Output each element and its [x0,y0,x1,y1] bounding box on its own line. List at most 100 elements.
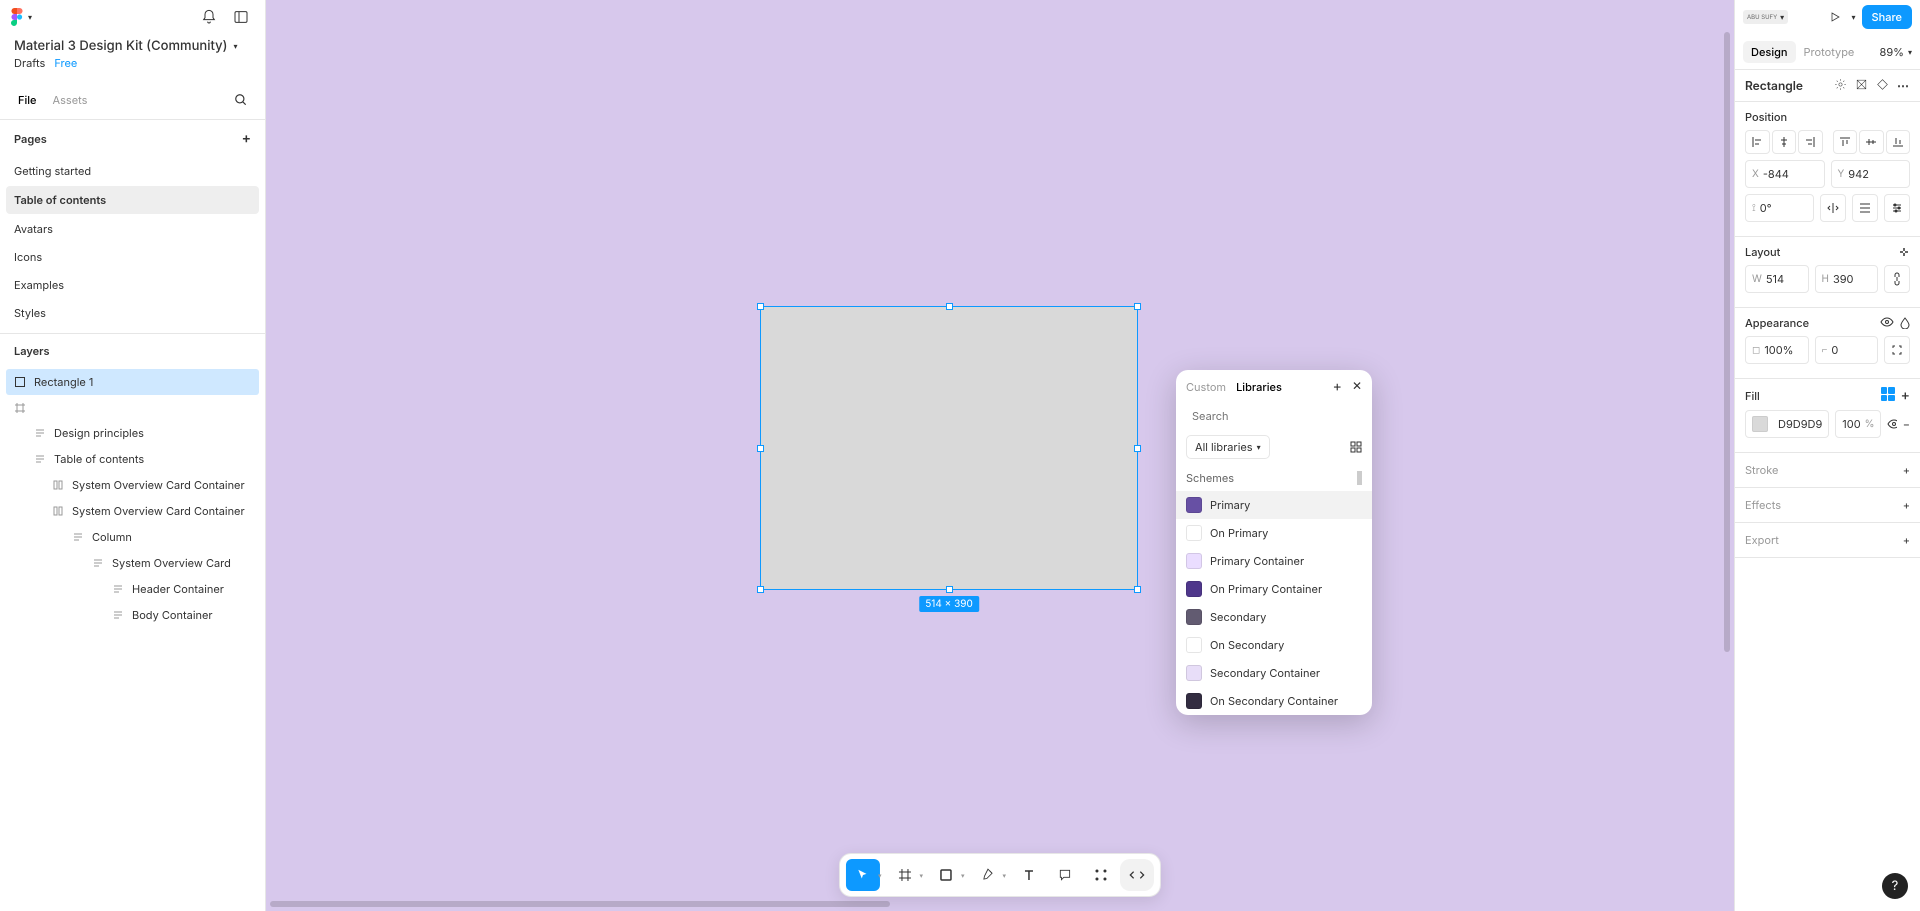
align-selection-icon[interactable] [1855,78,1868,91]
chevron-down-icon[interactable]: ▾ [878,871,882,880]
height-input[interactable]: H390 [1815,265,1879,293]
layer-item[interactable]: System Overview Card Container [0,498,265,524]
tab-assets[interactable]: Assets [45,87,96,113]
chevron-down-icon[interactable]: ▾ [919,871,923,880]
grid-view-button[interactable] [1350,441,1362,453]
scheme-item[interactable]: Primary [1176,491,1372,519]
align-bottom-button[interactable] [1886,130,1911,154]
add-fill-button[interactable]: + [1901,387,1910,404]
constrain-proportions-button[interactable] [1884,265,1910,293]
more-options-icon[interactable]: ⋯ [1897,78,1910,93]
chevron-down-icon[interactable]: ▾ [1852,12,1856,22]
tab-libraries[interactable]: Libraries [1236,380,1282,394]
resize-handle-br[interactable] [1134,586,1141,593]
scheme-item[interactable]: Secondary [1176,603,1372,631]
layer-item[interactable]: Header Container [0,576,265,602]
scheme-item[interactable]: On Primary Container [1176,575,1372,603]
add-style-button[interactable]: + [1333,378,1342,395]
page-item[interactable]: Getting started [0,157,265,185]
present-button[interactable] [1824,6,1846,28]
scheme-item[interactable]: On Secondary [1176,631,1372,659]
search-button[interactable] [227,86,255,114]
page-item[interactable]: Table of contents [6,186,259,214]
zoom-control[interactable]: 89%▾ [1880,45,1912,59]
add-stroke-button[interactable]: + [1903,463,1910,477]
fill-opacity-input[interactable]: 100% [1835,410,1881,438]
align-vcenter-button[interactable] [1859,130,1884,154]
visibility-toggle[interactable] [1887,419,1896,429]
main-menu-button[interactable]: ▾ [10,8,32,26]
resize-handle-bl[interactable] [757,586,764,593]
text-tool[interactable] [1012,859,1046,891]
user-menu[interactable]: ABU SUFY▾ [1743,10,1788,24]
comment-tool[interactable] [1048,859,1082,891]
scheme-item[interactable]: Secondary Container [1176,659,1372,687]
styles-button[interactable] [1881,387,1895,401]
chevron-down-icon[interactable]: ▾ [1003,871,1007,880]
layer-item[interactable]: System Overview Card Container [0,472,265,498]
y-input[interactable]: Y942 [1831,160,1911,188]
flip-horizontal-button[interactable] [1820,194,1846,222]
autolayout-add-icon[interactable] [1898,246,1910,258]
x-input[interactable]: X-844 [1745,160,1825,188]
opacity-input[interactable]: ◻100% [1745,336,1809,364]
selected-rectangle[interactable] [760,306,1138,590]
more-transform-button[interactable] [1884,194,1910,222]
frame-tool[interactable] [887,859,921,891]
drafts-link[interactable]: Drafts [14,56,45,70]
rotation-input[interactable]: ⟟0° [1745,194,1814,222]
fill-color-input[interactable]: D9D9D9 [1745,410,1829,438]
effects-section[interactable]: Effects+ [1735,488,1920,523]
width-input[interactable]: W514 [1745,265,1809,293]
libraries-search-input[interactable] [1192,409,1363,423]
tab-file[interactable]: File [10,87,45,113]
add-effect-button[interactable]: + [1903,498,1910,512]
notifications-button[interactable] [195,3,223,31]
layer-item[interactable]: Body Container [0,602,265,628]
layer-item[interactable] [0,396,265,420]
align-top-button[interactable] [1833,130,1858,154]
page-item[interactable]: Icons [0,243,265,271]
plan-badge[interactable]: Free [54,56,77,70]
layer-item[interactable]: Table of contents [0,446,265,472]
scheme-item[interactable]: Primary Container [1176,547,1372,575]
component-config-icon[interactable] [1834,78,1847,91]
align-right-button[interactable] [1798,130,1823,154]
remove-fill-button[interactable]: − [1903,417,1910,431]
file-title-row[interactable]: Material 3 Design Kit (Community) ▾ [0,34,265,54]
export-section[interactable]: Export+ [1735,523,1920,558]
chevron-down-icon[interactable]: ▾ [961,871,965,880]
blend-icon[interactable] [1900,317,1910,329]
flip-vertical-button[interactable] [1852,194,1878,222]
resize-handle-tm[interactable] [946,303,953,310]
align-hcenter-button[interactable] [1772,130,1797,154]
actions-tool[interactable] [1084,859,1118,891]
resize-handle-rm[interactable] [1134,445,1141,452]
layer-item[interactable]: Rectangle 1 [6,369,259,395]
align-left-button[interactable] [1745,130,1770,154]
resize-handle-tl[interactable] [757,303,764,310]
resize-handle-bm[interactable] [946,586,953,593]
pen-tool[interactable] [971,859,1005,891]
canvas-scrollbar-horizontal[interactable] [270,901,890,907]
library-filter-dropdown[interactable]: All libraries ▾ [1186,435,1270,459]
help-button[interactable]: ? [1882,873,1908,899]
page-item[interactable]: Styles [0,299,265,327]
scheme-item[interactable]: On Secondary Container [1176,687,1372,715]
dev-mode-toggle[interactable] [1120,859,1154,891]
tab-design[interactable]: Design [1743,41,1796,63]
independent-corners-button[interactable] [1884,336,1910,364]
tab-prototype[interactable]: Prototype [1796,41,1863,63]
close-button[interactable]: ✕ [1352,378,1362,395]
resize-handle-tr[interactable] [1134,303,1141,310]
resize-handle-lm[interactable] [757,445,764,452]
page-item[interactable]: Avatars [0,215,265,243]
toggle-panels-button[interactable] [227,3,255,31]
layer-item[interactable]: System Overview Card [0,550,265,576]
move-tool[interactable] [846,859,880,891]
edit-object-icon[interactable] [1876,78,1889,91]
page-item[interactable]: Examples [0,271,265,299]
corner-radius-input[interactable]: ⌐0 [1815,336,1879,364]
scrollbar-thumb[interactable] [1357,471,1362,485]
shape-tool[interactable] [929,859,963,891]
